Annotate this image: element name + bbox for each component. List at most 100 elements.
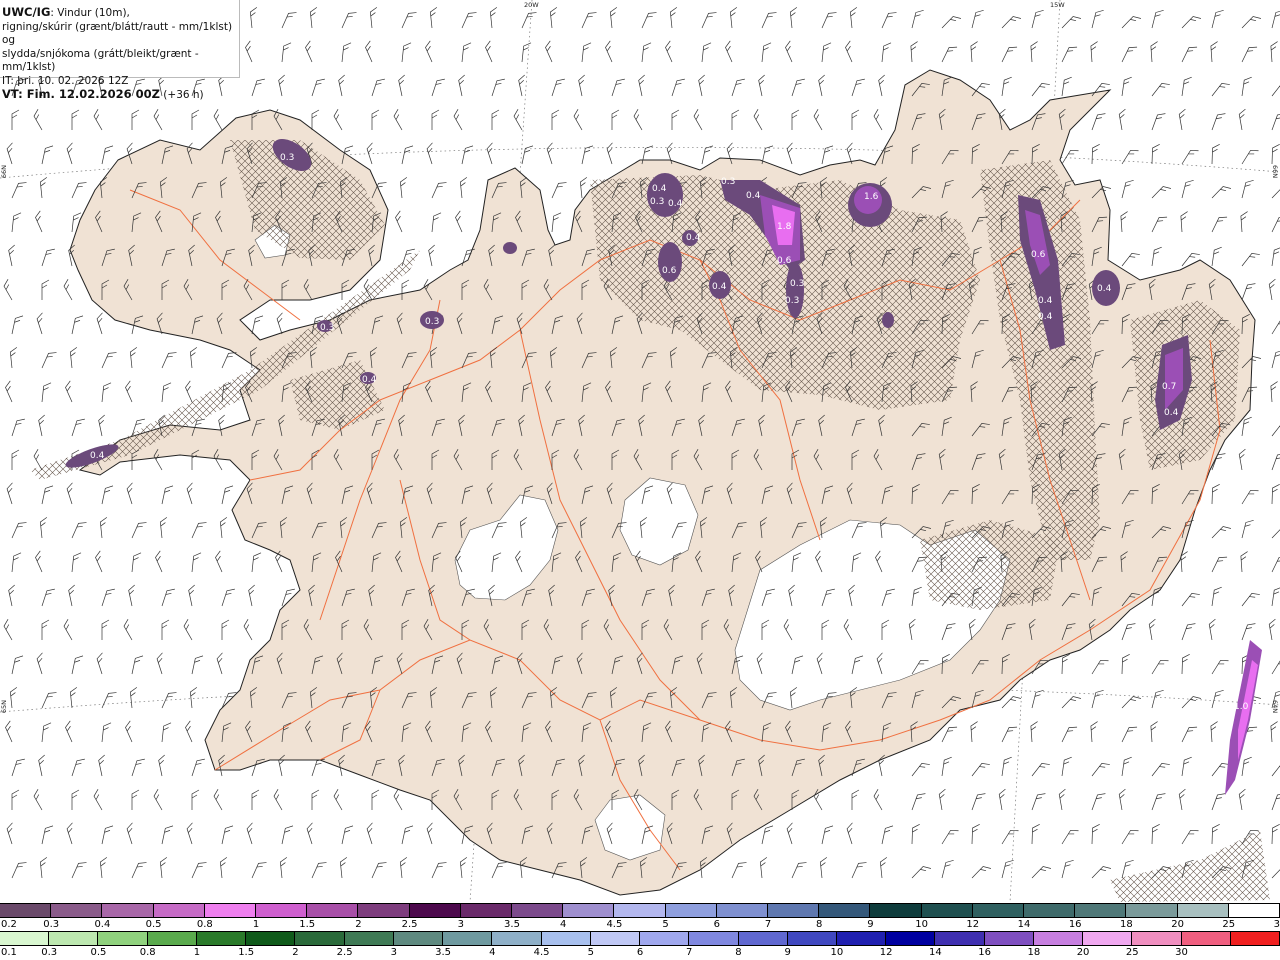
scale-swatch bbox=[819, 904, 871, 917]
precip-label: 0.6 bbox=[1031, 250, 1046, 260]
title-line-2: rigning/skúrir (grænt/blátt/rautt - mm/1… bbox=[2, 20, 233, 47]
scale-label: 2.5 bbox=[336, 947, 353, 958]
lon-label-20w: 20W bbox=[524, 1, 539, 9]
title-line-3: slydda/snjókoma (grátt/bleikt/grænt - mm… bbox=[2, 47, 199, 74]
scale-label: 9 bbox=[867, 919, 874, 930]
scale-swatch bbox=[886, 932, 936, 945]
scale-swatch bbox=[1083, 932, 1133, 945]
scale-label: 4.5 bbox=[533, 947, 550, 958]
scale-label: 0.5 bbox=[145, 919, 162, 930]
scale-label: 3.5 bbox=[435, 947, 452, 958]
snow-color-scale: 0.2 0.3 0.4 0.5 0.8 1 1.5 2 2.5 3 3.5 4 4.5 5 6 7 8 9 10 12… bbox=[0, 903, 1280, 931]
scale-swatch bbox=[443, 932, 493, 945]
scale-label: 0.8 bbox=[139, 947, 156, 958]
scale-label: 16 bbox=[1068, 919, 1082, 930]
precip-label: 0.4 bbox=[90, 451, 105, 461]
scale-swatch bbox=[147, 932, 197, 945]
lon-label-15w: 15W bbox=[1050, 1, 1065, 9]
lat-label-right-64n: 64N bbox=[1271, 700, 1279, 714]
precip-label: 0.3 bbox=[785, 296, 799, 306]
scale-label: 10 bbox=[830, 947, 844, 958]
scale-label: 2.5 bbox=[401, 919, 418, 930]
model-name: UWC/IG bbox=[2, 5, 51, 19]
scale-swatch bbox=[460, 904, 513, 917]
scale-swatch bbox=[204, 904, 257, 917]
scale-swatch bbox=[344, 932, 394, 945]
scale-label: 0.3 bbox=[41, 947, 58, 958]
precip-label: 0.4 bbox=[1097, 284, 1112, 294]
scale-label: 14 bbox=[929, 947, 942, 958]
scale-swatch bbox=[358, 904, 410, 917]
scale-swatch bbox=[716, 904, 769, 917]
scale-label: 5 bbox=[587, 947, 594, 958]
precip-label: 0.4 bbox=[652, 184, 667, 194]
precip-label: 0.6 bbox=[662, 266, 677, 276]
scale-label: 5 bbox=[662, 919, 669, 930]
scale-label: 20 bbox=[1076, 947, 1090, 958]
scale-swatch bbox=[409, 904, 461, 917]
scale-label: 14 bbox=[1017, 919, 1031, 930]
scale-label: 25 bbox=[1125, 947, 1139, 958]
scale-swatch bbox=[640, 932, 690, 945]
scale-label: 1 bbox=[193, 947, 201, 958]
scale-swatch bbox=[0, 904, 52, 917]
scale-swatch bbox=[1075, 904, 1127, 917]
scale-label: 12 bbox=[966, 919, 980, 930]
scale-swatch bbox=[870, 904, 922, 917]
scale-label: 30 bbox=[1175, 947, 1188, 958]
precip-label: 0.4 bbox=[1164, 408, 1179, 418]
scale-label: 4 bbox=[560, 919, 567, 930]
scale-swatch bbox=[49, 932, 99, 945]
scale-label: 1 bbox=[252, 919, 260, 930]
scale-label: 3 bbox=[390, 947, 398, 958]
scale-label: 6 bbox=[636, 947, 644, 958]
precip-label: 1.6 bbox=[864, 192, 879, 202]
scale-label: 16 bbox=[978, 947, 991, 958]
scale-swatch bbox=[393, 932, 444, 945]
scale-swatch bbox=[738, 932, 788, 945]
rain-scale-labels: 0.1 0.3 0.5 0.8 1 1.5 2 2.5 3 3.5 4 4.5 5 6 7 8 9 10 12 14 1… bbox=[0, 946, 1280, 960]
scale-swatch bbox=[1228, 904, 1280, 917]
scale-label: 0.4 bbox=[94, 919, 111, 930]
scale-swatch bbox=[98, 932, 148, 945]
scale-label: 18 bbox=[1027, 947, 1041, 958]
scale-swatch bbox=[492, 932, 542, 945]
precip-label: 0.4 bbox=[668, 199, 683, 209]
scale-swatch bbox=[935, 932, 985, 945]
scale-label: 6 bbox=[713, 919, 720, 930]
scale-label: 10 bbox=[915, 919, 928, 930]
scale-swatch bbox=[972, 904, 1025, 917]
precip-label: 0.3 bbox=[280, 153, 294, 163]
scale-swatch bbox=[665, 904, 717, 917]
scale-swatch bbox=[563, 904, 615, 917]
precip-label: 0.4 bbox=[362, 375, 377, 385]
scale-label: 25 bbox=[1222, 919, 1236, 930]
scale-label: 2 bbox=[292, 947, 299, 958]
scale-label: 0.5 bbox=[90, 947, 107, 958]
scale-label: 3.5 bbox=[504, 919, 520, 930]
scale-swatch bbox=[307, 904, 359, 917]
scale-label: 0.3 bbox=[43, 919, 60, 930]
precip-label: 0.3 bbox=[320, 323, 334, 333]
snow-scale-labels: 0.2 0.3 0.4 0.5 0.8 1 1.5 2 2.5 3 3.5 4 4.5 5 6 7 8 9 10 12… bbox=[0, 918, 1280, 932]
scale-label: 9 bbox=[784, 947, 791, 958]
scale-swatch bbox=[1181, 932, 1231, 945]
scale-label: 8 bbox=[816, 919, 823, 930]
init-time: IT: þri. 10. 02. 2026 12Z bbox=[2, 74, 129, 87]
scale-label: 30 bbox=[1273, 919, 1280, 930]
scale-swatch bbox=[541, 932, 591, 945]
scale-label: 4 bbox=[489, 947, 496, 958]
lat-label-left-65n: 65N bbox=[0, 700, 8, 714]
rain-color-scale: 0.1 0.3 0.5 0.8 1 1.5 2 2.5 3 3.5 4 4.5 5 6 7 8 9 10 12 14 1… bbox=[0, 931, 1280, 959]
precip-label: 0.3 bbox=[721, 177, 735, 187]
scale-label: 0.1 bbox=[1, 947, 17, 958]
scale-swatch bbox=[102, 904, 154, 917]
rain-color-bar bbox=[0, 931, 1280, 946]
scale-label: 3 bbox=[457, 919, 464, 930]
scale-label: 7 bbox=[686, 947, 693, 958]
scale-label: 4.5 bbox=[606, 919, 623, 930]
scale-swatch bbox=[836, 932, 887, 945]
precip-label: 1.8 bbox=[777, 222, 792, 232]
precip-label: 0.3 bbox=[790, 279, 804, 289]
forecast-map: 0.3 0.4 0.3 0.4 0.3 0.4 0.4 0.6 0.4 1.8 … bbox=[0, 0, 1280, 902]
